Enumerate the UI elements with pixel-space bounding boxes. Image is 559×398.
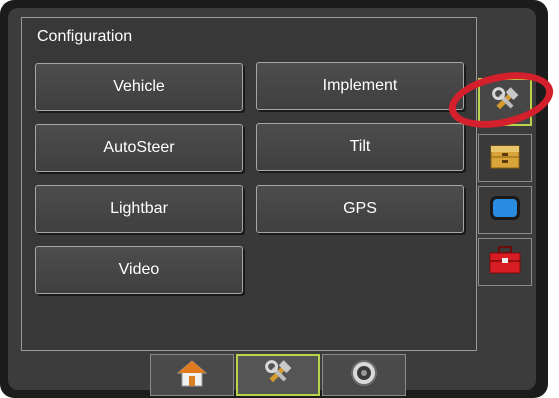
bottom-tab-configuration[interactable]	[236, 354, 320, 396]
gps-button-label: GPS	[343, 200, 377, 217]
lightbar-button[interactable]: Lightbar	[35, 185, 243, 233]
gps-button[interactable]: GPS	[256, 185, 464, 233]
vehicle-button[interactable]: Vehicle	[35, 63, 243, 111]
autosteer-button[interactable]: AutoSteer	[35, 124, 243, 172]
gauge-icon	[348, 358, 380, 393]
video-button[interactable]: Video	[35, 246, 243, 294]
lightbar-button-label: Lightbar	[110, 200, 168, 217]
red-toolbox-icon	[488, 245, 522, 280]
side-tab-toolbox[interactable]	[478, 238, 532, 286]
display-screen-icon	[488, 194, 522, 227]
tools-icon	[261, 358, 295, 393]
video-button-label: Video	[118, 261, 160, 278]
autosteer-button-label: AutoSteer	[103, 139, 175, 156]
toolbox-drawer-icon	[489, 142, 521, 175]
tools-icon	[488, 85, 522, 120]
side-tab-configuration[interactable]	[478, 78, 532, 126]
tilt-button[interactable]: Tilt	[256, 123, 464, 171]
implement-button[interactable]: Implement	[256, 62, 464, 110]
bottom-tab-home[interactable]	[150, 354, 234, 396]
implement-button-label: Implement	[322, 77, 398, 94]
tilt-button-label: Tilt	[349, 138, 371, 155]
side-tab-tools-drawer[interactable]	[478, 134, 532, 182]
bottom-tab-gauge[interactable]	[322, 354, 406, 396]
vehicle-button-label: Vehicle	[113, 78, 165, 95]
panel-title: Configuration	[37, 28, 133, 45]
side-tab-display[interactable]	[478, 186, 532, 234]
home-icon	[176, 358, 208, 393]
